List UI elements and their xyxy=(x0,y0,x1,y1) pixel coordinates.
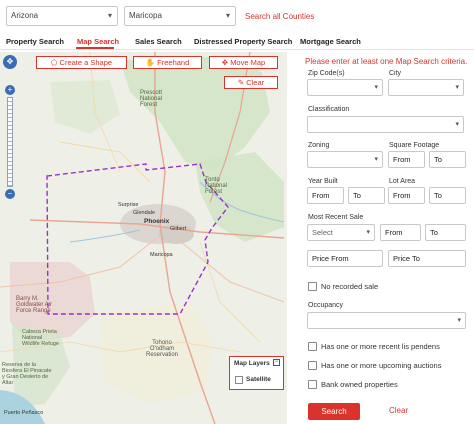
clear-map-label: Clear xyxy=(246,78,265,87)
sqft-label: Square Footage xyxy=(389,142,440,149)
lot-area-label: Lot Area xyxy=(389,178,416,185)
city-label: City xyxy=(389,70,402,77)
polygon-icon: ⬠ xyxy=(50,58,58,67)
freehand-button[interactable]: ✋ Freehand xyxy=(133,56,202,69)
collapse-icon[interactable]: − xyxy=(273,359,280,366)
search-all-counties-link[interactable]: Search all Counties xyxy=(245,12,314,21)
map-label-prescott: Prescott National Forest xyxy=(140,90,163,108)
map-layers-title: Map Layers xyxy=(234,360,270,367)
no-recorded-sale-label: No recorded sale xyxy=(321,282,379,291)
lot-to-input[interactable]: To xyxy=(429,187,466,204)
chevron-down-icon: ▾ xyxy=(225,11,230,20)
clear-link[interactable]: Clear xyxy=(389,406,408,415)
recent-sale-select[interactable]: Select ▾ xyxy=(307,224,375,241)
recent-sale-value: Select xyxy=(312,228,333,237)
search-button[interactable]: Search xyxy=(308,403,360,420)
sqft-to-input[interactable]: To xyxy=(429,151,466,168)
create-shape-button[interactable]: ⬠ Create a Shape xyxy=(36,56,127,69)
move-map-button[interactable]: ✥ Move Map xyxy=(209,56,278,69)
satellite-checkbox[interactable] xyxy=(235,376,243,384)
map-label-puerto-penasco: Puerto Peñasco xyxy=(4,410,44,416)
map-layers-panel: Map Layers − Satellite xyxy=(229,356,284,390)
map-label-biosfera: Reserva de la Biosfera El Pinacate y Gra… xyxy=(2,362,52,386)
map-label-cabeza-prieta: Cabeza Prieta National Wildlife Refuge xyxy=(22,329,59,347)
auctions-label: Has one or more upcoming auctions xyxy=(321,361,442,370)
state-select-value: Arizona xyxy=(11,11,39,20)
map-label-barry-goldwater: Barry M. Goldwater Air Force Range xyxy=(16,296,53,314)
map-label-maricopa: Maricopa xyxy=(150,252,173,258)
auctions-checkbox[interactable] xyxy=(308,361,317,370)
map-label-tohono: Tohono O'odham Reservation xyxy=(145,340,178,358)
zoning-label: Zoning xyxy=(308,142,330,149)
year-to-input[interactable]: To xyxy=(348,187,385,204)
lis-pendens-checkbox[interactable] xyxy=(308,342,317,351)
move-map-label: Move Map xyxy=(230,58,266,67)
freehand-label: Freehand xyxy=(157,58,190,67)
lot-from-input[interactable]: From xyxy=(388,187,425,204)
bank-owned-checkbox[interactable] xyxy=(308,380,317,389)
sqft-from-input[interactable]: From xyxy=(388,151,425,168)
price-from-input[interactable]: Price From xyxy=(307,250,383,267)
move-icon: ✥ xyxy=(221,58,229,67)
pan-icon[interactable]: ✥ xyxy=(3,55,17,69)
sale-from-input[interactable]: From xyxy=(380,224,421,241)
criteria-warning: Please enter at least one Map Search cri… xyxy=(305,57,468,66)
chevron-down-icon: ▾ xyxy=(374,156,378,163)
hand-icon: ✋ xyxy=(145,58,156,67)
tab-mortgage-search[interactable]: Mortgage Search xyxy=(300,37,361,46)
chevron-down-icon: ▾ xyxy=(107,11,112,20)
occupancy-select[interactable]: ▾ xyxy=(307,312,466,329)
chevron-down-icon: ▾ xyxy=(455,121,459,128)
tabs-divider xyxy=(0,49,474,50)
zoom-control: ✥ + − xyxy=(3,55,17,200)
county-select[interactable]: Maricopa ▾ xyxy=(124,6,236,26)
occupancy-label: Occupancy xyxy=(308,302,344,309)
chevron-down-icon: ▾ xyxy=(366,229,370,236)
satellite-label: Satellite xyxy=(246,376,271,383)
map-label-glendale: Glendale xyxy=(133,210,156,216)
zoom-slider-track[interactable] xyxy=(7,97,13,187)
classification-select[interactable]: ▾ xyxy=(307,116,464,133)
eraser-icon: ✎ xyxy=(237,78,245,87)
clear-map-button[interactable]: ✎ Clear xyxy=(224,76,278,89)
zip-label: Zip Code(s) xyxy=(308,70,345,77)
zoom-out-icon[interactable]: − xyxy=(5,189,15,199)
map-label-gilbert: Gilbert xyxy=(170,226,187,232)
price-to-input[interactable]: Price To xyxy=(388,250,466,267)
county-select-value: Maricopa xyxy=(129,11,162,20)
map-view[interactable]: ✥ + − Prescott National Forest Tonto Nat… xyxy=(0,52,287,424)
state-select[interactable]: Arizona ▾ xyxy=(6,6,118,26)
city-select[interactable]: ▾ xyxy=(388,79,464,96)
tab-distressed-property-search[interactable]: Distressed Property Search xyxy=(194,37,292,46)
tab-sales-search[interactable]: Sales Search xyxy=(135,37,182,46)
tab-map-search[interactable]: Map Search xyxy=(77,37,119,46)
year-from-input[interactable]: From xyxy=(307,187,344,204)
zoom-in-icon[interactable]: + xyxy=(5,85,15,95)
map-label-surprise: Surprise xyxy=(118,202,139,208)
bank-owned-label: Bank owned properties xyxy=(321,380,398,389)
tab-property-search[interactable]: Property Search xyxy=(6,37,64,46)
classification-label: Classification xyxy=(308,106,350,113)
recent-sale-label: Most Recent Sale xyxy=(308,214,364,221)
map-label-tonto: Tonto National Forest xyxy=(205,177,228,195)
lis-pendens-label: Has one or more recent lis pendens xyxy=(321,342,440,351)
map-label-phoenix: Phoenix xyxy=(144,218,170,225)
no-recorded-sale-checkbox[interactable] xyxy=(308,282,317,291)
chevron-down-icon: ▾ xyxy=(374,84,378,91)
chevron-down-icon: ▾ xyxy=(455,84,459,91)
chevron-down-icon: ▾ xyxy=(457,317,461,324)
year-built-label: Year Built xyxy=(308,178,338,185)
sale-to-input[interactable]: To xyxy=(425,224,466,241)
zoning-select[interactable]: ▾ xyxy=(307,151,383,168)
create-shape-label: Create a Shape xyxy=(59,58,113,67)
zip-select[interactable]: ▾ xyxy=(307,79,383,96)
